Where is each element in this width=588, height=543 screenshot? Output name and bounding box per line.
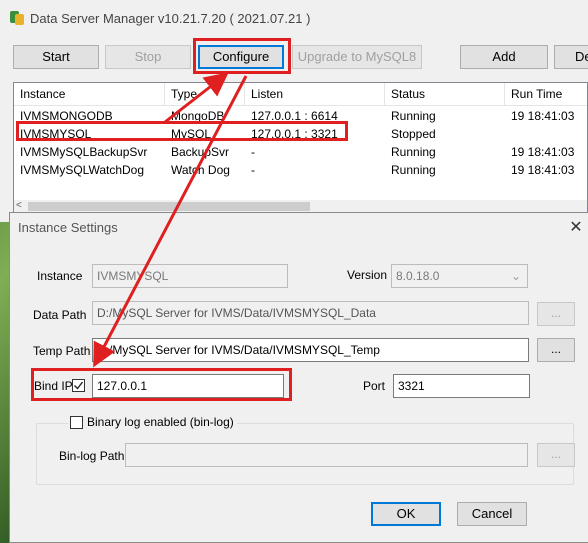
annotation-arrows [93, 72, 248, 368]
arrow-to-configure [164, 72, 229, 124]
